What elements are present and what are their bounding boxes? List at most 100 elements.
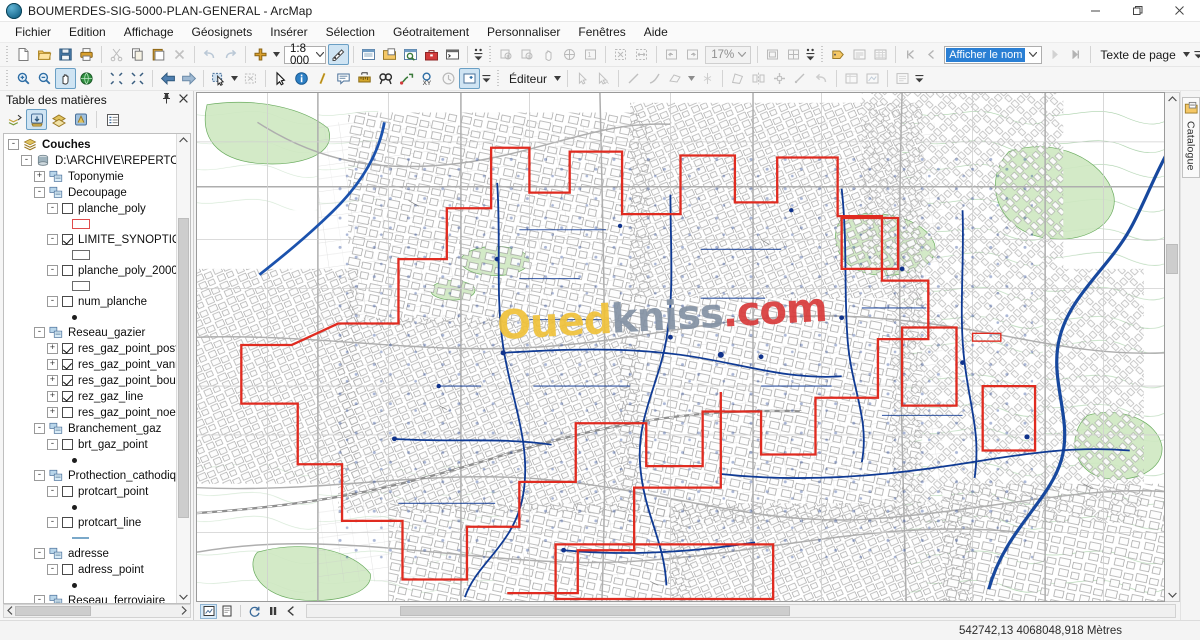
go-next-extent-icon[interactable] <box>178 68 199 89</box>
pan-icon[interactable] <box>55 68 76 89</box>
edit-scale-icon[interactable] <box>328 44 350 65</box>
editor-toolbar-grip[interactable] <box>496 69 501 88</box>
chevron-down-icon[interactable] <box>734 47 750 63</box>
layer-visibility-checkbox[interactable] <box>62 391 73 403</box>
close-button[interactable] <box>1158 0 1200 22</box>
layout-1to1-icon[interactable]: 1 <box>580 44 601 65</box>
menu-selection[interactable]: Sélection <box>317 22 384 42</box>
map-view[interactable]: Ouedkniss.com <box>196 92 1165 602</box>
toc-layer-row[interactable]: + res_gaz_point_noe <box>4 405 176 421</box>
expand-icon[interactable]: + <box>47 359 58 371</box>
collapse-icon[interactable]: - <box>34 595 45 604</box>
toc-layer-row[interactable]: + res_gaz_point_post <box>4 341 176 357</box>
scroll-left-icon[interactable] <box>5 605 15 617</box>
cut-icon[interactable] <box>106 44 127 65</box>
map-horizontal-scrollbar[interactable] <box>306 604 1176 618</box>
time-slider-icon[interactable] <box>438 68 459 89</box>
redo-icon[interactable] <box>220 44 241 65</box>
sketch-properties-icon[interactable] <box>862 68 883 89</box>
attributes-window-icon[interactable] <box>841 68 862 89</box>
toolbar-grip[interactable] <box>5 45 10 64</box>
collapse-icon[interactable]: - <box>47 517 58 529</box>
map-scale-combo[interactable]: 1:8 000 <box>284 43 327 66</box>
add-data-dropdown-icon[interactable] <box>271 44 282 65</box>
list-by-visibility-icon[interactable] <box>48 109 69 130</box>
editor-menu-button[interactable]: Éditeur <box>504 70 552 88</box>
layout-zoom-out-icon[interactable] <box>517 44 538 65</box>
layer-visibility-checkbox[interactable] <box>62 375 73 387</box>
toc-layer-row[interactable]: - Reseau_ferroviaire <box>4 593 176 604</box>
maximize-button[interactable] <box>1116 0 1158 22</box>
layer-visibility-checkbox[interactable] <box>62 343 73 355</box>
edit-tool-icon[interactable] <box>572 68 593 89</box>
collapse-icon[interactable]: - <box>34 548 45 560</box>
collapse-icon[interactable]: - <box>47 203 58 215</box>
chevron-down-icon[interactable] <box>1025 47 1041 63</box>
options-icon[interactable] <box>102 109 123 130</box>
toc-layer-row[interactable]: - Prothection_cathodiqu <box>4 468 176 484</box>
select-elements-icon[interactable] <box>270 68 291 89</box>
list-by-source-icon[interactable] <box>26 109 47 131</box>
expand-icon[interactable]: + <box>47 391 58 403</box>
mirror-features-icon[interactable] <box>748 68 769 89</box>
page-text-button[interactable]: Texte de page <box>1095 46 1180 64</box>
rotate-features-icon[interactable] <box>790 68 811 89</box>
collapse-icon[interactable]: - <box>47 234 58 246</box>
collapse-icon[interactable]: - <box>47 439 58 451</box>
html-popup-icon[interactable] <box>333 68 354 89</box>
toc-layer-row[interactable]: - brt_gaz_point <box>4 437 176 453</box>
toolbar-overflow-icon[interactable] <box>1192 45 1200 65</box>
toolbar-grip[interactable] <box>5 69 10 88</box>
last-page-icon[interactable] <box>1065 44 1086 65</box>
zoom-whole-page-icon[interactable] <box>610 44 631 65</box>
fixed-zoom-out-icon[interactable] <box>127 68 148 89</box>
toc-layer-row[interactable]: - planche_poly <box>4 201 176 217</box>
collapse-icon[interactable]: - <box>34 470 45 482</box>
menu-personnaliser[interactable]: Personnaliser <box>478 22 569 42</box>
go-back-extent-icon[interactable] <box>157 68 178 89</box>
menu-edition[interactable]: Edition <box>60 22 115 42</box>
clear-selection-icon[interactable] <box>240 68 261 89</box>
toc-layer-row[interactable]: - adress_point <box>4 562 176 578</box>
toc-tree[interactable]: -Couches-D:\ARCHIVE\REPERTOIRE+Toponymie… <box>3 132 191 605</box>
layout-go-back-icon[interactable] <box>661 44 682 65</box>
toc-horizontal-scrollbar[interactable] <box>3 604 191 619</box>
create-features-window-icon[interactable] <box>892 68 913 89</box>
scrollbar-thumb[interactable] <box>178 218 189 519</box>
trace-tool-icon[interactable] <box>665 68 686 89</box>
layer-visibility-checkbox[interactable] <box>62 265 73 277</box>
layer-visibility-checkbox[interactable] <box>62 234 73 246</box>
toc-layer-row[interactable]: - LIMITE_SYNOPTIQ <box>4 232 176 248</box>
toolbar-overflow-icon[interactable] <box>472 45 485 65</box>
expand-icon[interactable]: + <box>47 343 58 355</box>
hyperlink-icon[interactable] <box>312 68 333 89</box>
close-icon[interactable] <box>178 93 189 107</box>
label-manager-icon[interactable] <box>849 44 870 65</box>
toc-layer-row[interactable]: + rez_gaz_line <box>4 389 176 405</box>
map-canvas[interactable] <box>197 93 1164 601</box>
toc-layer-row[interactable]: + Toponymie <box>4 169 176 185</box>
construct-polygon-icon[interactable] <box>727 68 748 89</box>
scroll-right-icon[interactable] <box>179 605 189 617</box>
label-table-icon[interactable] <box>870 44 891 65</box>
previous-page-icon[interactable] <box>921 44 942 65</box>
layer-visibility-checkbox[interactable] <box>62 359 73 371</box>
expand-icon[interactable]: + <box>34 171 45 183</box>
python-window-icon[interactable] <box>442 44 463 65</box>
expand-icon[interactable]: + <box>47 407 58 419</box>
collapse-icon[interactable]: - <box>47 296 58 308</box>
layer-visibility-checkbox[interactable] <box>62 486 73 498</box>
scroll-down-icon[interactable] <box>179 592 188 602</box>
copy-icon[interactable] <box>127 44 148 65</box>
undo-edit-icon[interactable] <box>811 68 832 89</box>
toc-layer-row[interactable]: - protcart_point <box>4 484 176 500</box>
collapse-icon[interactable]: - <box>34 327 45 339</box>
toc-layer-row[interactable]: - Reseau_gazier <box>4 325 176 341</box>
collapse-icon[interactable]: - <box>8 139 19 151</box>
layer-visibility-checkbox[interactable] <box>62 517 73 529</box>
focus-data-frame-icon[interactable] <box>762 44 783 65</box>
zoom-out-icon[interactable] <box>34 68 55 89</box>
open-folder-icon[interactable] <box>34 44 55 65</box>
full-extent-icon[interactable] <box>76 68 97 89</box>
pin-icon[interactable] <box>161 92 172 107</box>
